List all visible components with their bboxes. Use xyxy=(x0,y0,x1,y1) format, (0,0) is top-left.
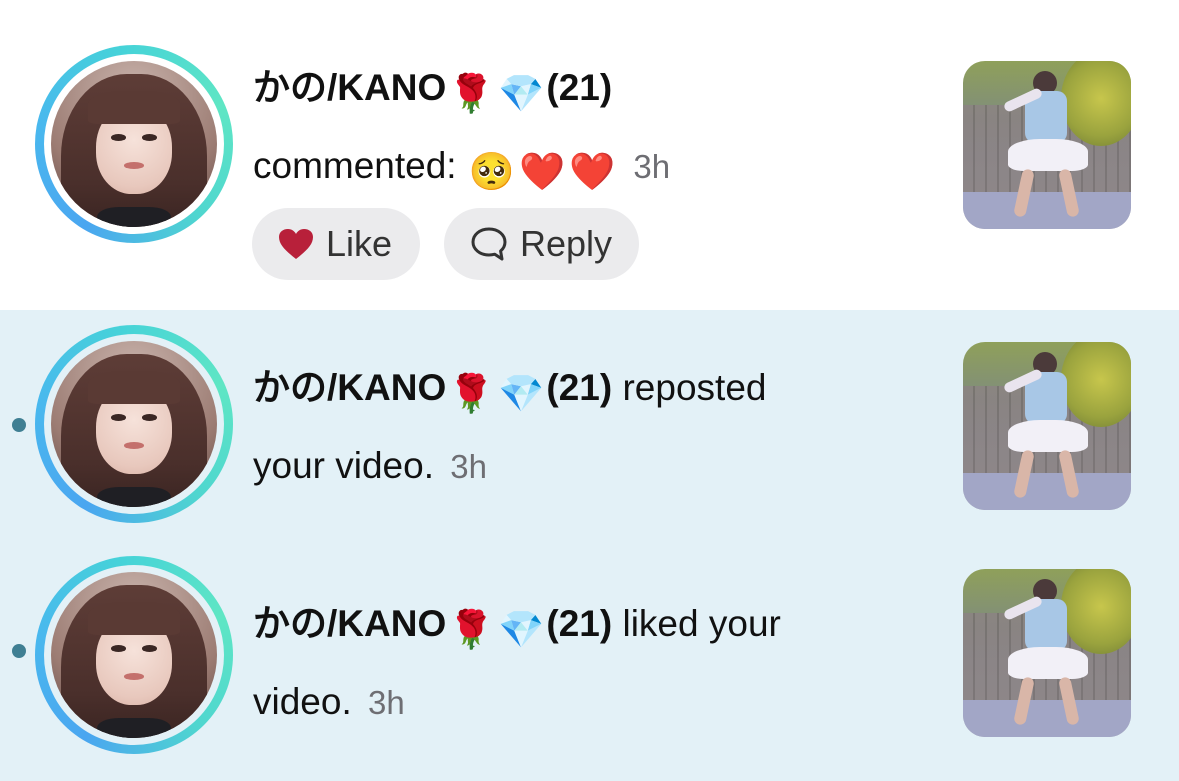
rose-emoji: 🌹 xyxy=(448,373,495,414)
speech-bubble-icon xyxy=(471,227,507,261)
notification-like[interactable]: かの/KANO🌹 💎(21) liked your video. 3h xyxy=(0,546,1179,781)
like-label: Like xyxy=(326,223,393,264)
notification-text: かの/KANO🌹 💎(21) liked your video. 3h xyxy=(253,588,913,739)
avatar[interactable] xyxy=(35,325,233,523)
notification-repost[interactable]: かの/KANO🌹 💎(21) reposted your video. 3h xyxy=(0,310,1179,546)
reply-button[interactable]: Reply xyxy=(444,208,639,280)
comment-emoji: ❤️ xyxy=(518,151,566,192)
notification-feed: かの/KANO🌹 💎(21) commented: 🥺 ❤️ ❤️ 3h Like R… xyxy=(0,0,1179,781)
rank-badge: (21) xyxy=(546,603,613,644)
rose-emoji: 🌹 xyxy=(448,609,495,650)
username[interactable]: かの/KANO xyxy=(253,603,446,644)
comment-emoji: 🥺 xyxy=(468,151,515,192)
timestamp: 3h xyxy=(450,448,487,485)
rank-badge: (21) xyxy=(546,367,613,408)
reply-label: Reply xyxy=(520,223,613,264)
avatar-photo xyxy=(51,61,217,227)
gem-emoji: 💎 xyxy=(498,73,545,114)
action-text: liked your xyxy=(622,603,781,644)
avatar[interactable] xyxy=(35,45,233,243)
notification-comment[interactable]: かの/KANO🌹 💎(21) commented: 🥺 ❤️ ❤️ 3h Like R… xyxy=(0,0,1179,310)
avatar[interactable] xyxy=(35,556,233,754)
gem-emoji: 💎 xyxy=(498,373,545,414)
notification-text: かの/KANO🌹 💎(21) reposted your video. 3h xyxy=(253,352,913,503)
timestamp: 3h xyxy=(368,684,405,721)
username[interactable]: かの/KANO xyxy=(253,367,446,408)
notification-text: かの/KANO🌹 💎(21) commented: 🥺 ❤️ ❤️ 3h xyxy=(253,52,913,208)
action-text: commented: xyxy=(253,145,457,186)
like-button[interactable]: Like xyxy=(252,208,420,280)
unread-indicator xyxy=(12,644,26,658)
comment-emoji: ❤️ xyxy=(569,151,616,192)
video-thumbnail[interactable] xyxy=(963,569,1131,737)
rank-badge: (21) xyxy=(546,67,613,108)
video-thumbnail[interactable] xyxy=(963,342,1131,510)
avatar-photo xyxy=(51,572,217,738)
gem-emoji: 💎 xyxy=(498,609,545,650)
action-text: your video. xyxy=(253,445,434,486)
rose-emoji: 🌹 xyxy=(448,73,495,114)
unread-indicator xyxy=(12,418,26,432)
action-text: reposted xyxy=(622,367,767,408)
heart-icon xyxy=(279,229,313,259)
action-text: video. xyxy=(253,681,352,722)
comment-actions: Like Reply xyxy=(252,208,639,280)
video-thumbnail[interactable] xyxy=(963,61,1131,229)
username[interactable]: かの/KANO xyxy=(253,67,446,108)
timestamp: 3h xyxy=(633,148,671,185)
avatar-photo xyxy=(51,341,217,507)
